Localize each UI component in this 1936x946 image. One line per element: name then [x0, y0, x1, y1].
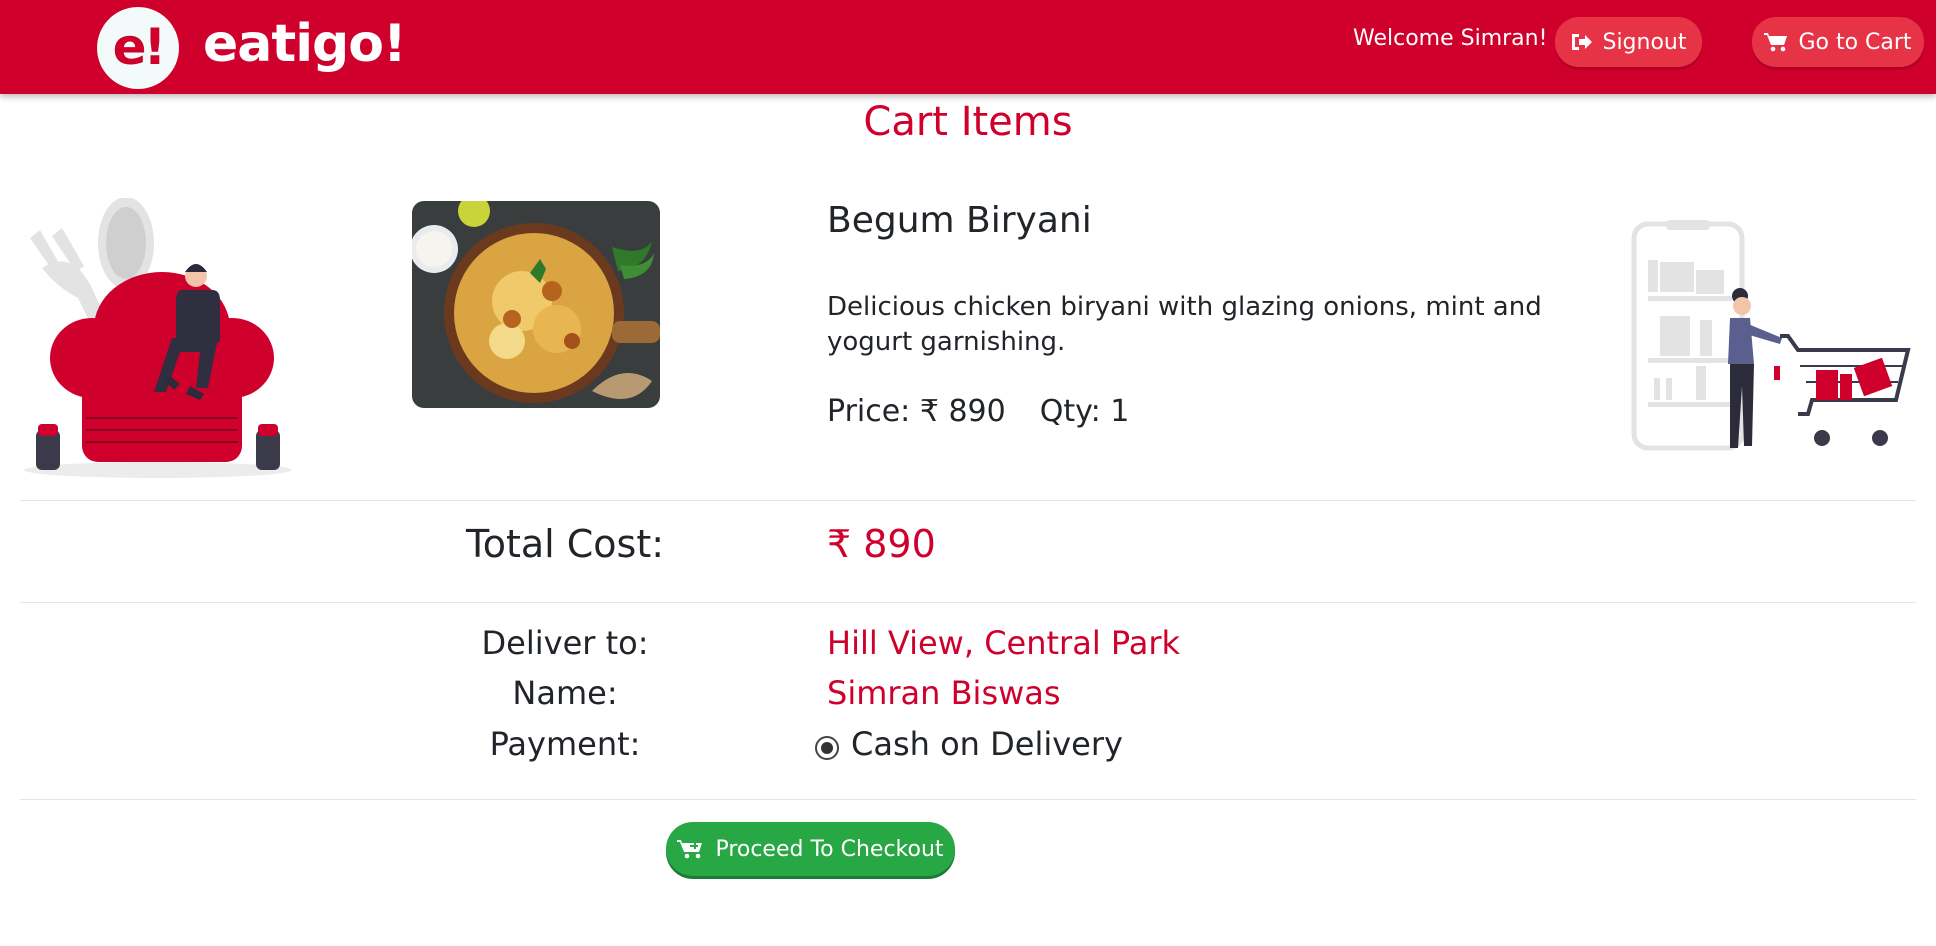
deliver-to-label: Deliver to:	[481, 624, 649, 662]
cart-plus-icon	[677, 838, 703, 860]
divider	[20, 602, 1916, 603]
divider	[20, 500, 1916, 501]
top-navbar: e! eatigo! Welcome Simran! Signout Go to…	[0, 0, 1936, 94]
item-price: Price: ₹ 890	[827, 394, 1006, 429]
cart-icon	[1764, 31, 1788, 53]
brand-name[interactable]: eatigo!	[203, 14, 407, 74]
signout-label: Signout	[1602, 29, 1687, 55]
page-title: Cart Items	[863, 99, 1073, 145]
cart-label: Go to Cart	[1798, 29, 1912, 55]
item-name: Begum Biryani	[827, 200, 1092, 241]
payment-option[interactable]: Cash on Delivery	[815, 725, 1123, 763]
item-meta: Price: ₹ 890 Qty: 1	[827, 394, 1129, 429]
name-label: Name:	[512, 674, 618, 712]
item-description: Delicious chicken biryani with glazing o…	[827, 292, 1542, 357]
cash-on-delivery-radio[interactable]	[815, 736, 839, 760]
checkout-label: Proceed To Checkout	[715, 836, 944, 862]
shopping-illustration	[1630, 220, 1914, 460]
payment-option-label: Cash on Delivery	[851, 725, 1123, 763]
payment-label: Payment:	[489, 725, 641, 763]
proceed-to-checkout-button[interactable]: Proceed To Checkout	[666, 822, 955, 876]
go-to-cart-button[interactable]: Go to Cart	[1752, 17, 1924, 67]
biryani-image	[412, 201, 660, 408]
signout-button[interactable]: Signout	[1555, 17, 1702, 67]
total-cost-label: Total Cost:	[465, 522, 665, 566]
brand-logo-mark[interactable]: e!	[97, 7, 179, 89]
name-value: Simran Biswas	[827, 674, 1061, 712]
total-cost-value: ₹ 890	[827, 522, 936, 566]
item-quantity: Qty: 1	[1039, 394, 1130, 429]
welcome-text: Welcome Simran!	[1353, 26, 1548, 51]
chef-illustration	[22, 197, 294, 480]
deliver-to-value: Hill View, Central Park	[827, 624, 1181, 662]
divider	[20, 799, 1916, 800]
sign-out-icon	[1570, 32, 1593, 52]
